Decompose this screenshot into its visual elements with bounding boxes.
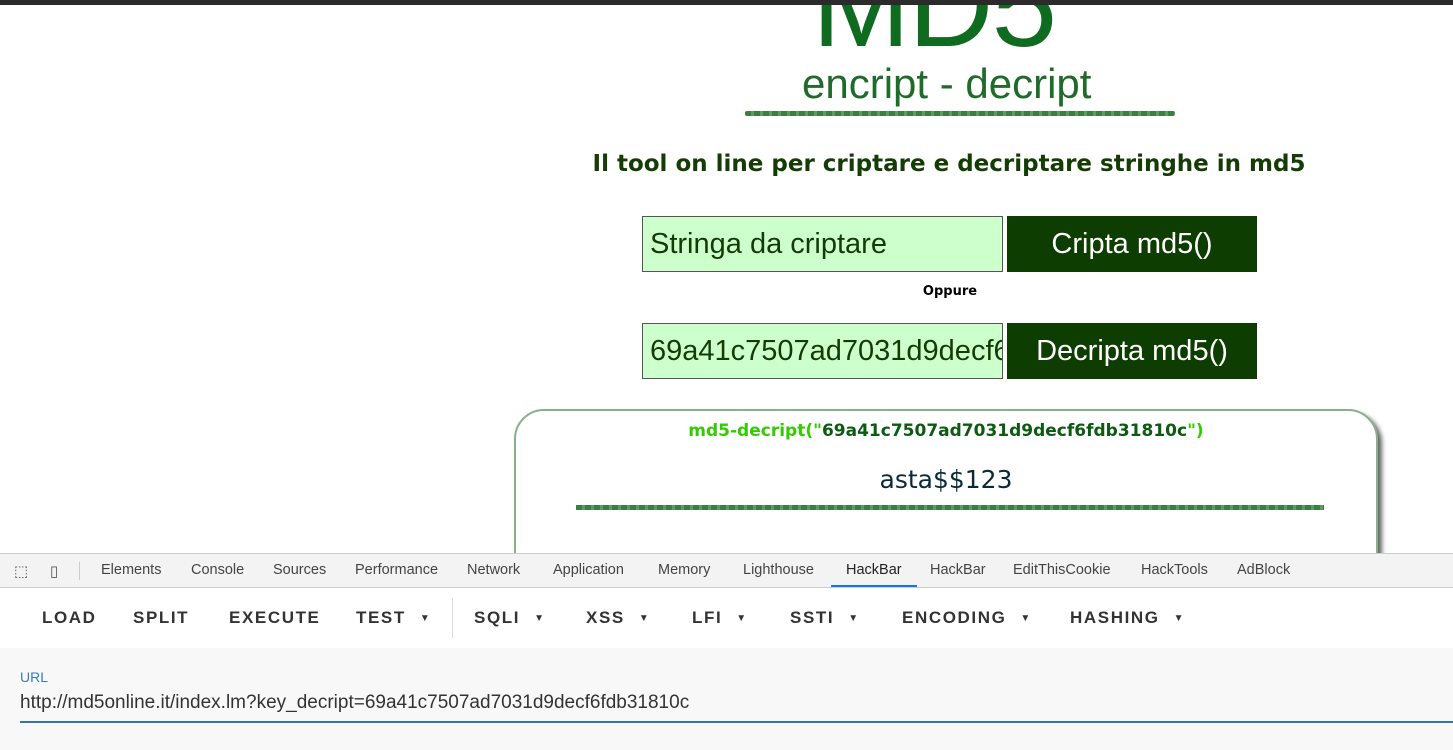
hashing-label: HASHING [1070,608,1160,627]
logo-subtitle: encript - decript [802,60,1092,107]
tab-application[interactable]: Application [553,554,624,587]
devtools-tab-bar: ⬚ ▯ Elements Console Sources Performance… [0,553,1453,588]
load-label: LOAD [42,608,97,627]
caret-down-icon: ▼ [848,613,860,624]
lfi-menu[interactable]: LFI ▼ [692,608,748,628]
tab-performance[interactable]: Performance [355,554,438,587]
xss-menu[interactable]: XSS ▼ [586,608,650,628]
url-panel: URL http://md5online.it/index.lm?key_dec… [0,648,1453,750]
tab-memory[interactable]: Memory [658,554,710,587]
inspect-element-icon[interactable]: ⬚ [12,562,30,580]
url-input-underline [20,721,1453,723]
decrypt-input[interactable]: 69a41c7507ad7031d9decf6fdb31810c [642,323,1003,379]
encoding-menu[interactable]: ENCODING ▼ [902,608,1032,628]
sqli-menu[interactable]: SQLI ▼ [474,608,546,628]
encoding-label: ENCODING [902,608,1007,627]
execute-label: EXECUTE [229,608,321,627]
tab-console[interactable]: Console [191,554,244,587]
test-label: TEST [356,608,406,627]
decrypt-button[interactable]: Decripta md5() [1007,323,1257,379]
tab-hackbar-active[interactable]: HackBar [831,554,917,587]
hashing-menu[interactable]: HASHING ▼ [1070,608,1185,628]
separator-label: Oppure [922,284,978,299]
logo-md5: MD5 [812,5,1057,72]
sqli-label: SQLI [474,608,521,627]
url-input[interactable]: http://md5online.it/index.lm?key_decript… [20,692,689,714]
logo-underline [745,111,1175,116]
split-button[interactable]: SPLIT [133,608,189,628]
caret-down-icon: ▼ [419,613,432,624]
caret-down-icon: ▼ [1173,613,1186,624]
caret-down-icon: ▼ [736,613,748,624]
tab-adblock[interactable]: AdBlock [1237,554,1290,587]
xss-label: XSS [586,608,625,627]
execute-button[interactable]: EXECUTE [229,608,321,628]
tab-elements[interactable]: Elements [101,554,161,587]
url-label: URL [20,669,49,685]
hackbar-toolbar: LOAD SPLIT EXECUTE TEST ▼ SQLI ▼ XSS ▼ LFI ▼… [0,588,1453,648]
split-label: SPLIT [133,608,190,627]
device-toolbar-icon[interactable]: ▯ [45,562,63,580]
divider [79,562,80,580]
tab-editthiscookie[interactable]: EditThisCookie [1013,554,1111,587]
tab-lighthouse[interactable]: Lighthouse [743,554,814,587]
lfi-label: LFI [692,608,723,627]
ssti-menu[interactable]: SSTI ▼ [790,608,860,628]
page-heading: Il tool on line per criptare e decriptar… [592,151,1306,177]
tab-sources[interactable]: Sources [273,554,326,587]
ssti-label: SSTI [790,608,835,627]
web-page: MD5 encript - decript Il tool on line pe… [0,5,1453,553]
test-menu[interactable]: TEST ▼ [356,608,431,628]
caret-down-icon: ▼ [534,613,546,624]
encrypt-button[interactable]: Cripta md5() [1007,216,1257,272]
divider [452,598,453,638]
tab-hacktools[interactable]: HackTools [1141,554,1208,587]
tab-hackbar[interactable]: HackBar [930,554,986,587]
tab-network[interactable]: Network [467,554,520,587]
encrypt-input[interactable]: Stringa da criptare [642,216,1003,272]
caret-down-icon: ▼ [638,613,651,624]
load-button[interactable]: LOAD [42,608,97,628]
caret-down-icon: ▼ [1020,613,1032,624]
